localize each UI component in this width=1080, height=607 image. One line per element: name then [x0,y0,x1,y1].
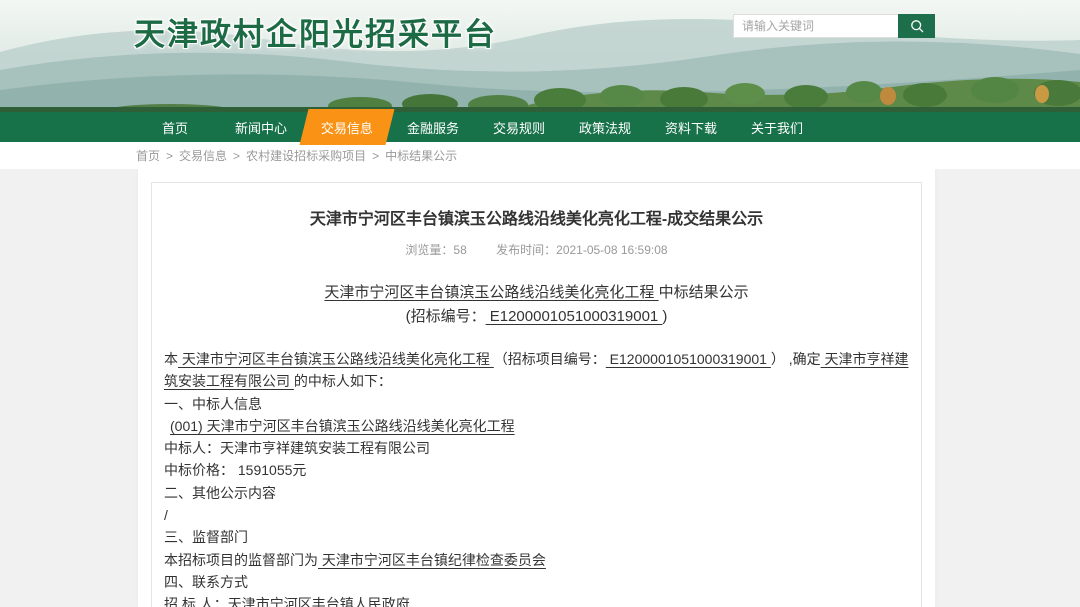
content-area: 天津市宁河区丰台镇滨玉公路线沿线美化亮化工程-成交结果公示 浏览量：58 发布时… [0,169,1080,607]
breadcrumb-separator: > [372,149,379,163]
site-title: 天津政村企阳光招采平台 [134,9,497,54]
views-counter: 浏览量：58 [405,243,466,257]
nav-item-downloads[interactable]: 资料下载 [648,112,734,142]
intro-paragraph: 本 天津市宁河区丰台镇滨玉公路线沿线美化亮化工程 （招标项目编号： E12000… [164,348,909,393]
nav-item-label: 关于我们 [751,118,803,137]
supervision-dept: 天津市宁河区丰台镇纪律检查委员会 [318,552,546,568]
notice-heading: 天津市宁河区丰台镇滨玉公路线沿线美化亮化工程 中标结果公示 (招标编号： E12… [164,281,909,329]
winner-name: 天津市亨祥建筑安装工程有限公司 [220,440,430,456]
main-nav: 首页 新闻中心 交易信息 金融服务 交易规则 政策法规 资料下载 关于我们 [0,112,1080,142]
notice-heading-suffix: 中标结果公示 [659,284,749,301]
search-button[interactable] [898,14,935,38]
search-box [733,14,935,38]
breadcrumb-separator: > [166,149,173,163]
section-3-title: 三、监督部门 [164,526,909,548]
breadcrumb-item-rural-projects[interactable]: 农村建设招标采购项目 [246,147,366,164]
nav-item-policy[interactable]: 政策法规 [562,112,648,142]
section-2-content: / [164,504,909,526]
nav-item-label: 交易信息 [321,118,373,137]
publish-time: 发布时间：2021-05-08 16:59:08 [496,243,667,257]
bid-no-suffix: ) [662,308,667,325]
nav-item-news[interactable]: 新闻中心 [218,112,304,142]
nav-item-finance[interactable]: 金融服务 [390,112,476,142]
nav-item-trade-rules[interactable]: 交易规则 [476,112,562,142]
notice-project-name: 天津市宁河区丰台镇滨玉公路线沿线美化亮化工程 [324,284,658,301]
content-panel: 天津市宁河区丰台镇滨玉公路线沿线美化亮化工程-成交结果公示 浏览量：58 发布时… [138,169,935,607]
nav-item-label: 交易规则 [493,118,545,137]
item-001-text: (001) 天津市宁河区丰台镇滨玉公路线沿线美化亮化工程 [170,418,515,434]
bidder-label: 招 标 人： [164,596,228,607]
intro-project-code: E1200001051000319001 [606,351,771,367]
nav-item-about[interactable]: 关于我们 [734,112,820,142]
article-title: 天津市宁河区丰台镇滨玉公路线沿线美化亮化工程-成交结果公示 [164,205,909,229]
hero-banner: 天津政村企阳光招采平台 [0,0,1080,112]
section-4-title: 四、联系方式 [164,571,909,593]
views-count: 58 [453,243,466,257]
section-1-title: 一、中标人信息 [164,393,909,415]
price-line: 中标价格： 1591055元 [164,459,909,481]
winner-line: 中标人：天津市亨祥建筑安装工程有限公司 [164,437,909,459]
notice-heading-line2: (招标编号： E1200001051000319001 ) [164,305,909,329]
article-body: 本 天津市宁河区丰台镇滨玉公路线沿线美化亮化工程 （招标项目编号： E12000… [164,348,909,607]
item-001-line: (001) 天津市宁河区丰台镇滨玉公路线沿线美化亮化工程 [164,415,909,437]
bidder-line: 招 标 人：天津市宁河区丰台镇人民政府 [164,593,909,607]
nav-item-label: 金融服务 [407,118,459,137]
nav-item-label: 政策法规 [579,118,631,137]
intro-project-name: 天津市宁河区丰台镇滨玉公路线沿线美化亮化工程 [178,351,494,367]
breadcrumb-separator: > [233,149,240,163]
supervision-prefix: 本招标项目的监督部门为 [164,552,318,568]
nav-item-label: 首页 [162,118,188,137]
nav-item-label: 资料下载 [665,118,717,137]
price-label: 中标价格： [164,462,234,478]
nav-item-trade-info[interactable]: 交易信息 [300,109,395,145]
breadcrumb-item-trade-info[interactable]: 交易信息 [179,147,227,164]
search-icon [909,18,925,34]
views-label: 浏览量： [405,243,453,257]
intro-text: 的中标人如下： [294,373,392,389]
breadcrumb-item-home[interactable]: 首页 [136,147,160,164]
section-2-title: 二、其他公示内容 [164,482,909,504]
bid-no-value: E1200001051000319001 [486,308,663,325]
winner-label: 中标人： [164,440,220,456]
search-input[interactable] [733,14,898,38]
publish-value: 2021-05-08 16:59:08 [556,243,667,257]
intro-text: （招标项目编号： [494,351,606,367]
notice-heading-line1: 天津市宁河区丰台镇滨玉公路线沿线美化亮化工程 中标结果公示 [164,281,909,305]
article-box: 天津市宁河区丰台镇滨玉公路线沿线美化亮化工程-成交结果公示 浏览量：58 发布时… [151,182,922,607]
bidder-name: 天津市宁河区丰台镇人民政府 [228,596,410,607]
price-value: 1591055元 [234,462,306,478]
publish-label: 发布时间： [496,243,556,257]
breadcrumb: 首页 > 交易信息 > 农村建设招标采购项目 > 中标结果公示 [0,142,1080,169]
breadcrumb-item-current: 中标结果公示 [385,147,457,164]
intro-text: ） ,确定 [771,351,821,367]
intro-text: 本 [164,351,178,367]
bid-no-prefix: (招标编号： [406,308,486,325]
nav-item-label: 新闻中心 [235,118,287,137]
supervision-line: 本招标项目的监督部门为 天津市宁河区丰台镇纪律检查委员会 [164,549,909,571]
article-meta: 浏览量：58 发布时间：2021-05-08 16:59:08 [164,241,909,258]
nav-item-home[interactable]: 首页 [132,112,218,142]
